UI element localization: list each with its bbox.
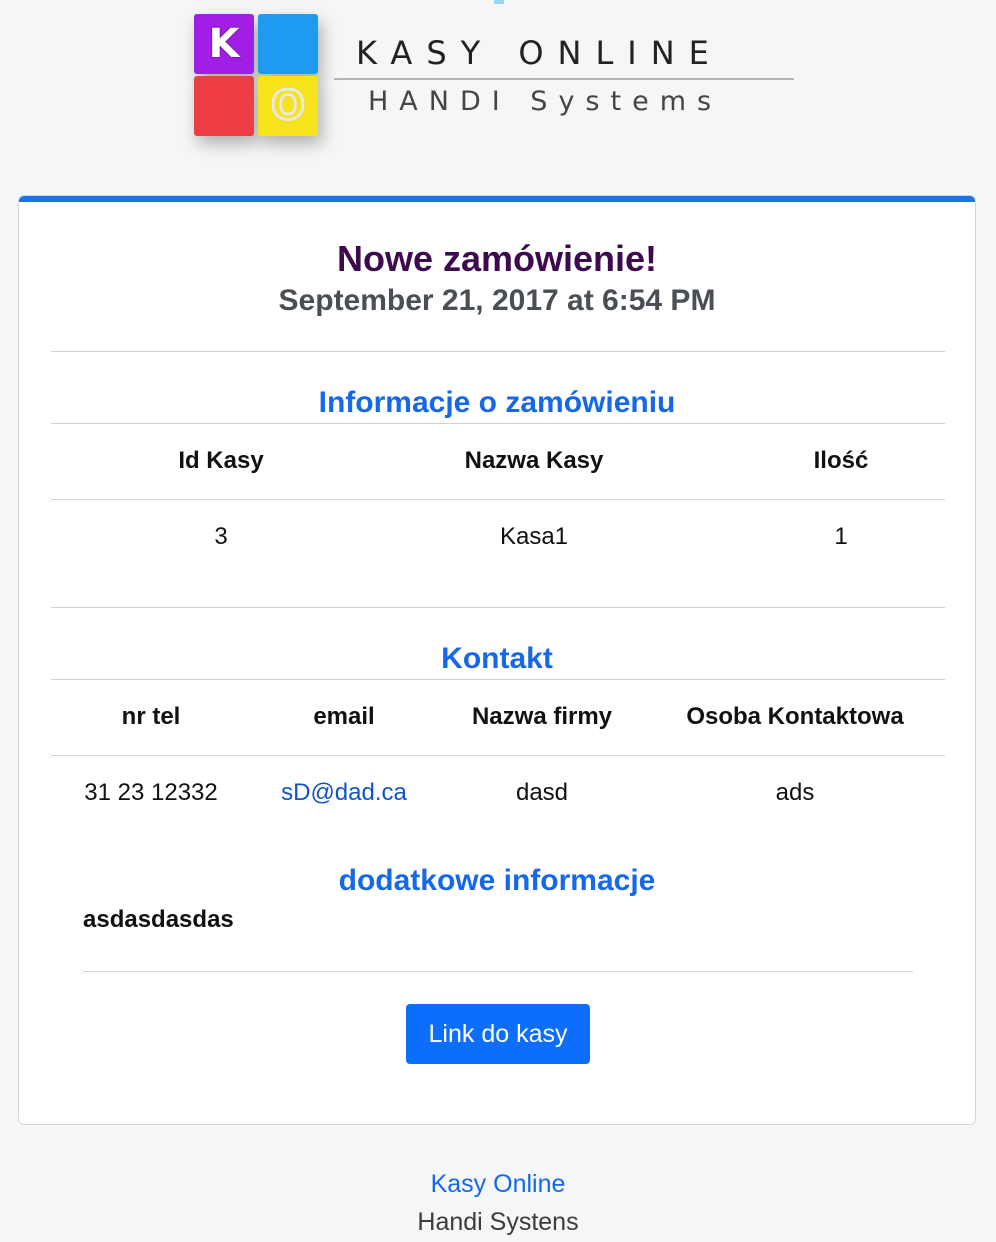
card-accent-bar [19, 196, 975, 202]
divider [51, 607, 945, 608]
extra-info-text: asdasdasdas [83, 906, 234, 933]
link-to-register-button[interactable]: Link do kasy [406, 1004, 590, 1064]
order-date: September 21, 2017 at 6:54 PM [278, 284, 716, 317]
column-header-company: Nazwa firmy [471, 703, 613, 730]
footer-link[interactable]: Kasy Online [0, 1170, 996, 1199]
cell-name: Kasa1 [499, 523, 569, 550]
table-row: 3 Kasa1 1 [51, 499, 945, 559]
email-link[interactable]: sD@dad.ca [251, 779, 437, 807]
extra-info-heading: dodatkowe informacje [338, 864, 656, 897]
top-decoration [494, 0, 504, 4]
cell-id: 3 [214, 523, 228, 550]
divider [51, 351, 945, 352]
column-header-name: Nazwa Kasy [464, 447, 604, 474]
logo: K O KASY ONLINE HANDI Systems [188, 8, 808, 158]
cell-company: dasd [515, 779, 569, 806]
column-header-quantity: Ilość [813, 447, 869, 474]
logo-tile-red [194, 76, 254, 136]
logo-tile-k: K [194, 14, 254, 74]
table-row: 31 23 12332 sD@dad.ca dasd ads [51, 755, 945, 815]
contact-heading: Kontakt [441, 642, 553, 675]
contact-table: nr tel email Nazwa firmy Osoba Kontaktow… [51, 679, 945, 755]
column-header-id: Id Kasy [178, 447, 264, 474]
brand-title: KASY ONLINE [356, 34, 723, 72]
brand-divider [334, 78, 794, 80]
divider [83, 971, 913, 972]
logo-tile-blue [258, 14, 318, 74]
order-info-table: Id Kasy Nazwa Kasy Ilość [51, 423, 945, 503]
cell-quantity: 1 [834, 523, 848, 550]
logo-tiles: K O [188, 8, 328, 148]
brand-subtitle: HANDI Systems [368, 86, 723, 117]
logo-letter-k: K [208, 21, 240, 67]
logo-tile-o: O [258, 76, 318, 136]
column-header-contact-person: Osoba Kontaktowa [686, 703, 904, 730]
order-title: Nowe zamówienie! [336, 238, 658, 279]
footer-company: Handi Systens [417, 1208, 579, 1236]
order-info-heading: Informacje o zamówieniu [318, 386, 676, 419]
order-card: Nowe zamówienie! September 21, 2017 at 6… [18, 195, 976, 1125]
column-header-phone: nr tel [121, 703, 181, 730]
logo-letter-o: O [269, 82, 306, 131]
cell-phone: 31 23 12332 [84, 779, 218, 806]
cell-contact-person: ads [775, 779, 815, 806]
column-header-email: email [313, 703, 375, 730]
